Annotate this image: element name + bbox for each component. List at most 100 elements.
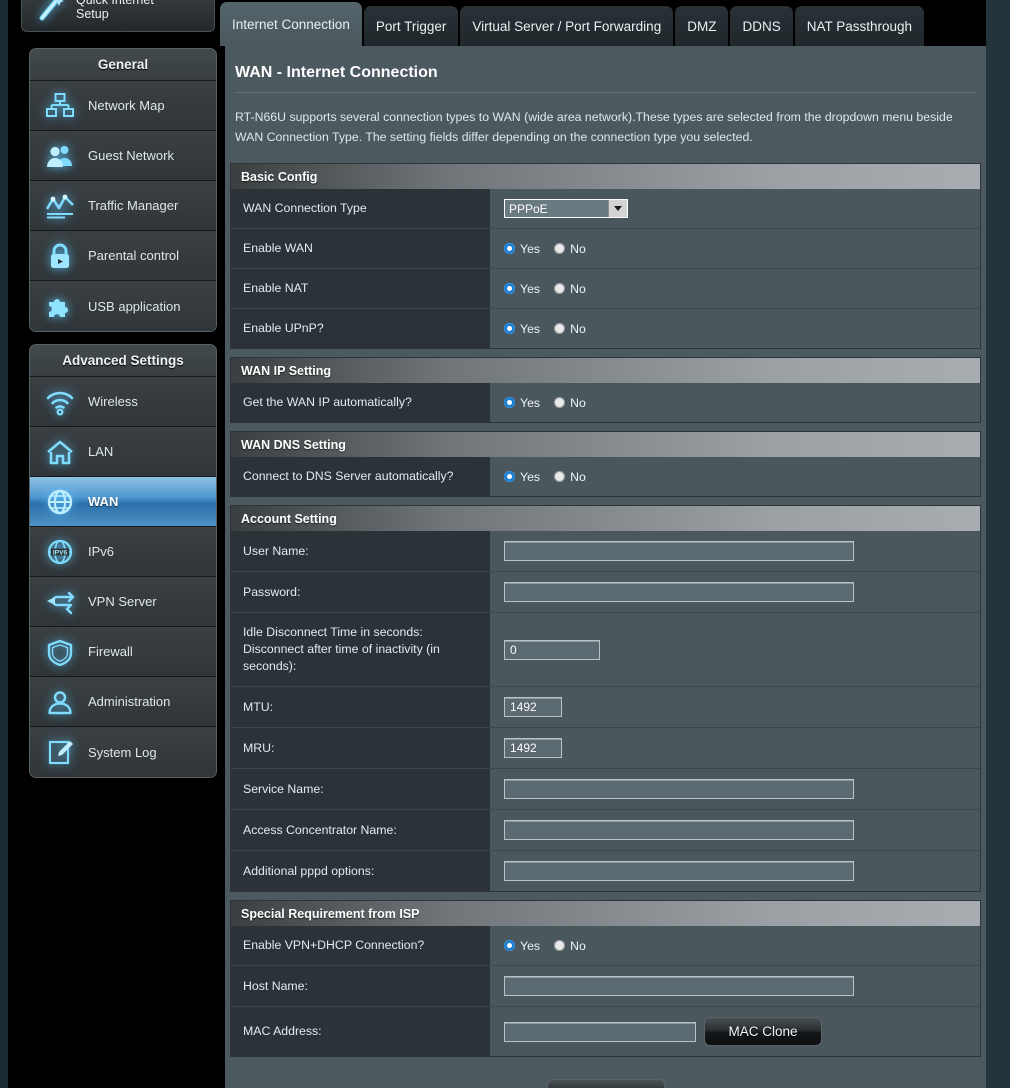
input-value: 0 xyxy=(505,641,599,659)
row-access-concentrator-name: Access Concentrator Name: xyxy=(231,809,980,850)
section-header: Special Requirement from ISP xyxy=(231,901,980,926)
auto-wan-ip-yes-radio[interactable]: Yes xyxy=(504,396,540,410)
radio-label: Yes xyxy=(520,242,540,256)
row-service-name: Service Name: xyxy=(231,768,980,809)
wan-connection-type-select[interactable]: PPPoE xyxy=(504,199,628,218)
tab-virtual-server-port-forwarding[interactable]: Virtual Server / Port Forwarding xyxy=(460,6,673,46)
vpn-dhcp-no-radio[interactable]: No xyxy=(554,939,586,953)
radio-dot xyxy=(554,471,565,482)
mru-input[interactable]: 1492 xyxy=(504,738,562,758)
tab-internet-connection[interactable]: Internet Connection xyxy=(220,2,362,46)
vpn-dhcp-yes-radio[interactable]: Yes xyxy=(504,939,540,953)
row-enable-wan: Enable WAN Yes No xyxy=(231,228,980,268)
sidebar-item-ipv6[interactable]: IPV6 IPv6 xyxy=(30,527,216,577)
general-panel-header: General xyxy=(30,49,216,81)
radio-label: Yes xyxy=(520,322,540,336)
radio-dot xyxy=(554,397,565,408)
row-value: MAC Clone xyxy=(490,1007,980,1056)
left-edge-strip xyxy=(0,0,8,1088)
mtu-input[interactable]: 1492 xyxy=(504,697,562,717)
row-label: Enable NAT xyxy=(231,269,490,308)
user-icon xyxy=(42,685,78,719)
enable-upnp-yes-radio[interactable]: Yes xyxy=(504,322,540,336)
sidebar-item-network-map[interactable]: Network Map xyxy=(30,81,216,131)
row-enable-upnp: Enable UPnP? Yes No xyxy=(231,308,980,348)
row-value: Yes No xyxy=(490,383,980,422)
host-name-input[interactable] xyxy=(504,976,854,996)
quick-internet-setup-label: Quick InternetSetup xyxy=(76,0,154,21)
chevron-down-icon[interactable] xyxy=(608,200,627,217)
guest-network-icon xyxy=(42,139,78,173)
row-value xyxy=(490,572,980,612)
enable-nat-yes-radio[interactable]: Yes xyxy=(504,282,540,296)
tab-bar: Internet Connection Port Trigger Virtual… xyxy=(220,2,926,46)
tab-ddns[interactable]: DDNS xyxy=(730,6,792,46)
service-name-input[interactable] xyxy=(504,779,854,799)
lock-icon xyxy=(42,239,78,273)
radio-label: No xyxy=(570,470,586,484)
mac-clone-button[interactable]: MAC Clone xyxy=(704,1017,822,1046)
row-enable-nat: Enable NAT Yes No xyxy=(231,268,980,308)
row-label: Service Name: xyxy=(231,769,490,809)
section-header: Account Setting xyxy=(231,506,980,531)
enable-nat-no-radio[interactable]: No xyxy=(554,282,586,296)
enable-wan-yes-radio[interactable]: Yes xyxy=(504,242,540,256)
auto-dns-yes-radio[interactable]: Yes xyxy=(504,470,540,484)
radio-label: Yes xyxy=(520,470,540,484)
wifi-icon xyxy=(42,385,78,419)
select-value: PPPoE xyxy=(505,202,548,216)
radio-label: Yes xyxy=(520,396,540,410)
row-user-name: User Name: xyxy=(231,531,980,571)
radio-dot xyxy=(504,283,515,294)
tab-nat-passthrough[interactable]: NAT Passthrough xyxy=(795,6,924,46)
advanced-settings-panel: Advanced Settings Wireless xyxy=(29,344,217,778)
radio-dot xyxy=(504,940,515,951)
row-label: User Name: xyxy=(231,531,490,571)
auto-dns-no-radio[interactable]: No xyxy=(554,470,586,484)
sidebar-item-firewall[interactable]: Firewall xyxy=(30,627,216,677)
row-label: WAN Connection Type xyxy=(231,189,490,228)
general-panel: General Network Map xyxy=(29,48,217,332)
input-value: 1492 xyxy=(505,698,561,716)
sidebar-item-wireless[interactable]: Wireless xyxy=(30,377,216,427)
sidebar-item-lan[interactable]: LAN xyxy=(30,427,216,477)
radio-dot xyxy=(504,243,515,254)
row-value: 1492 xyxy=(490,687,980,727)
password-input[interactable] xyxy=(504,582,854,602)
content-panel: WAN - Internet Connection RT-N66U suppor… xyxy=(225,46,986,1088)
sidebar-item-guest-network[interactable]: Guest Network xyxy=(30,131,216,181)
idle-disconnect-input[interactable]: 0 xyxy=(504,640,600,660)
radio-label: No xyxy=(570,396,586,410)
row-value: 1492 xyxy=(490,728,980,768)
mac-address-input[interactable] xyxy=(504,1022,696,1042)
sidebar-item-label: Wireless xyxy=(88,394,138,409)
sidebar-item-vpn-server[interactable]: VPN Server xyxy=(30,577,216,627)
row-value xyxy=(490,966,980,1006)
section-wan-dns-setting: WAN DNS Setting Connect to DNS Server au… xyxy=(230,431,981,497)
user-name-input[interactable] xyxy=(504,541,854,561)
quick-internet-setup-button[interactable]: Quick InternetSetup xyxy=(21,0,215,32)
row-value xyxy=(490,810,980,850)
row-label: MAC Address: xyxy=(231,1007,490,1056)
row-value: Yes No xyxy=(490,269,980,308)
notepad-pencil-icon xyxy=(42,735,78,769)
sidebar-item-traffic-manager[interactable]: Traffic Manager xyxy=(30,181,216,231)
main-content: Internet Connection Port Trigger Virtual… xyxy=(220,0,986,1088)
enable-upnp-no-radio[interactable]: No xyxy=(554,322,586,336)
sidebar-item-parental-control[interactable]: Parental control xyxy=(30,231,216,281)
sidebar-item-usb-application[interactable]: USB application xyxy=(30,281,216,331)
tab-dmz[interactable]: DMZ xyxy=(675,6,728,46)
apply-button[interactable]: Apply xyxy=(547,1079,665,1088)
sidebar-item-wan[interactable]: WAN xyxy=(30,477,216,527)
auto-wan-ip-no-radio[interactable]: No xyxy=(554,396,586,410)
enable-wan-no-radio[interactable]: No xyxy=(554,242,586,256)
sidebar-item-administration[interactable]: Administration xyxy=(30,677,216,727)
sidebar-item-label: Administration xyxy=(88,694,170,709)
row-host-name: Host Name: xyxy=(231,965,980,1006)
sidebar-item-system-log[interactable]: System Log xyxy=(30,727,216,777)
tab-port-trigger[interactable]: Port Trigger xyxy=(364,6,459,46)
ipv6-globe-icon: IPV6 xyxy=(42,535,78,569)
access-concentrator-input[interactable] xyxy=(504,820,854,840)
vpn-dhcp-radio-group: Yes No xyxy=(504,939,586,953)
pppd-options-input[interactable] xyxy=(504,861,854,881)
